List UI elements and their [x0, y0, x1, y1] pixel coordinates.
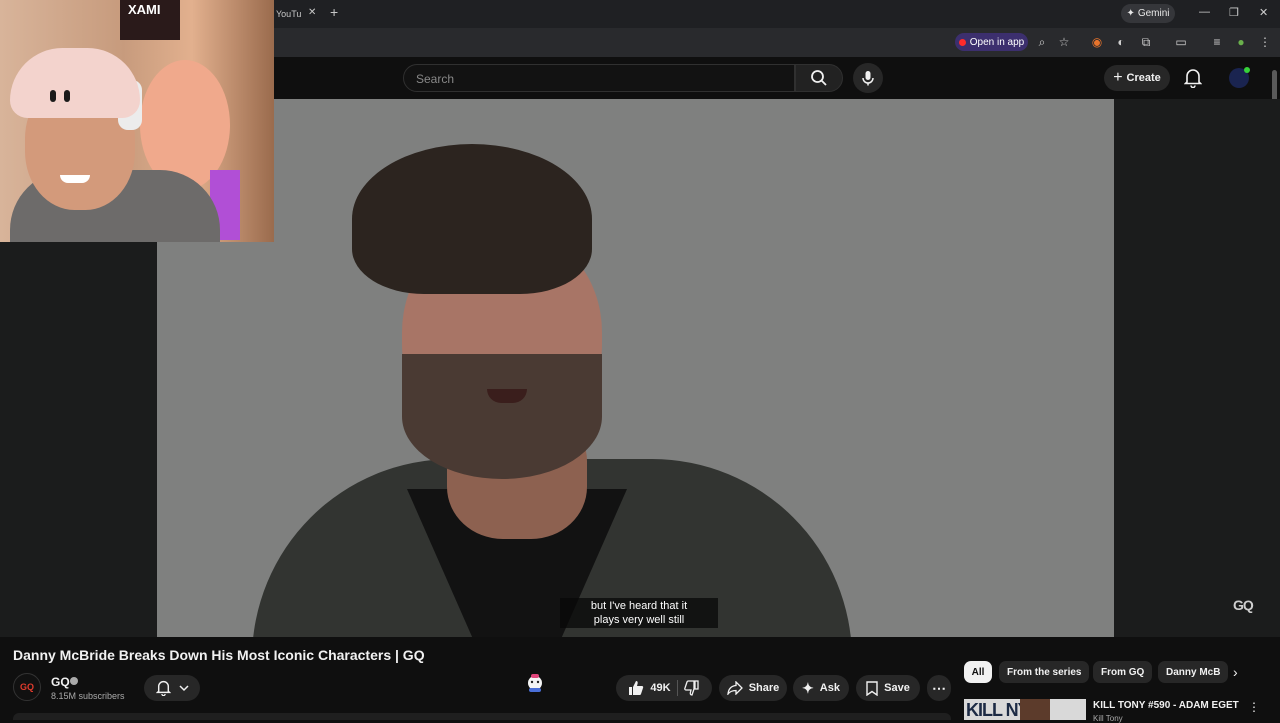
chip-all[interactable]: All	[964, 661, 992, 683]
related-video-title[interactable]: KILL TONY #590 - ADAM EGET	[1093, 700, 1239, 711]
youtube-icon	[958, 38, 966, 46]
extension-icon[interactable]: ◉	[1089, 34, 1105, 50]
video-caption: but I've heard that it plays very well s…	[560, 598, 718, 628]
close-window-button[interactable]: ✕	[1259, 6, 1268, 19]
video-subject-beard	[402, 354, 602, 479]
ask-label: Ask	[819, 682, 840, 694]
voice-search-button[interactable]	[853, 63, 883, 93]
webcam-overlay: XAMI	[0, 0, 274, 242]
caption-line: but I've heard that it	[590, 600, 688, 612]
open-in-app-button[interactable]: Open in app	[955, 33, 1028, 51]
subscriber-count: 8.15M subscribers	[51, 691, 125, 701]
ask-button[interactable]: ✦ Ask	[793, 675, 849, 701]
related-video-channel[interactable]: Kill Tony	[1093, 714, 1123, 723]
webcam-poster: XAMI	[120, 0, 180, 40]
more-horizontal-icon: ⋯	[932, 679, 946, 696]
subscription-bell-button[interactable]	[144, 675, 200, 701]
divider	[676, 680, 678, 696]
caption-line: plays very well still	[593, 614, 685, 626]
more-actions-button[interactable]: ⋯	[927, 675, 951, 701]
search-button[interactable]	[795, 64, 843, 92]
save-button[interactable]: Save	[856, 675, 920, 701]
hat-eye	[50, 90, 56, 102]
chevron-down-icon	[178, 685, 189, 692]
minimize-button[interactable]: —	[1199, 6, 1210, 18]
sticker-icon	[524, 671, 546, 693]
channel-name[interactable]: GQ	[51, 675, 70, 689]
channel-avatar[interactable]: GQ	[13, 673, 41, 701]
open-in-app-label: Open in app	[969, 36, 1025, 48]
menu-dots-icon[interactable]: ⋮	[1257, 34, 1273, 50]
bell-icon	[155, 680, 171, 696]
account-avatar[interactable]	[1229, 67, 1250, 88]
tab-close-icon[interactable]: ✕	[308, 7, 316, 18]
like-dislike-group[interactable]: 49K	[616, 675, 712, 701]
gq-watermark: GQ	[1233, 597, 1254, 613]
webcam-person-smile	[60, 175, 90, 183]
thumbnail-person	[1020, 699, 1050, 720]
search-icon	[811, 70, 827, 86]
description-box[interactable]	[13, 713, 951, 720]
bookmark-icon	[866, 680, 878, 696]
tab-search-icon[interactable]: ≡	[1209, 34, 1225, 50]
like-count: 49K	[650, 682, 671, 694]
video-title: Danny McBride Breaks Down His Most Iconi…	[13, 647, 425, 663]
new-tab-button[interactable]: +	[330, 5, 338, 19]
channel-avatar-text: GQ	[19, 682, 34, 692]
extension-icon[interactable]: ◐	[1113, 34, 1129, 50]
chevron-right-icon[interactable]: ›	[1233, 664, 1238, 680]
poster-text: XAMI	[128, 2, 161, 17]
sparkle-icon: ✦	[1126, 8, 1135, 19]
tab-title: YouTu	[276, 9, 302, 19]
gemini-label: Gemini	[1137, 8, 1170, 19]
chip-from-gq[interactable]: From GQ	[1093, 661, 1153, 683]
create-label: Create	[1126, 72, 1161, 84]
related-video-thumbnail[interactable]: KILL NY	[964, 699, 1086, 720]
save-label: Save	[884, 682, 910, 694]
profile-icon[interactable]: ●	[1233, 34, 1249, 50]
create-button[interactable]: + Create	[1104, 65, 1170, 91]
search-placeholder: Search	[416, 72, 455, 86]
notifications-button[interactable]	[1183, 68, 1203, 93]
verified-icon	[70, 677, 78, 685]
bookmark-star-icon[interactable]: ☆	[1056, 34, 1072, 50]
gemini-button[interactable]: ✦ Gemini	[1121, 4, 1175, 23]
more-vertical-icon[interactable]: ⋮	[1248, 700, 1260, 714]
zoom-icon[interactable]: ⌕	[1034, 34, 1050, 50]
thumbs-down-icon[interactable]	[683, 680, 700, 696]
share-label: Share	[748, 682, 780, 694]
chip-from-the-series[interactable]: From the series	[999, 661, 1090, 683]
video-frame[interactable]	[157, 99, 1114, 637]
plus-icon: +	[1113, 69, 1123, 86]
restore-button[interactable]: ❐	[1229, 6, 1239, 19]
puzzle-icon[interactable]: ⧉	[1138, 34, 1154, 50]
sparkle-icon: ✦	[802, 679, 814, 696]
chip-danny-mcbride[interactable]: Danny McB	[1158, 661, 1228, 683]
thumbs-up-icon[interactable]	[628, 680, 644, 696]
hat-eye	[64, 90, 70, 102]
share-icon	[726, 681, 743, 695]
bell-icon	[1183, 69, 1203, 89]
search-input[interactable]: Search	[403, 64, 795, 92]
microphone-icon	[862, 71, 874, 86]
share-button[interactable]: Share	[719, 675, 787, 701]
video-subject-hair	[352, 144, 592, 294]
cast-icon[interactable]: ▭	[1173, 34, 1189, 50]
